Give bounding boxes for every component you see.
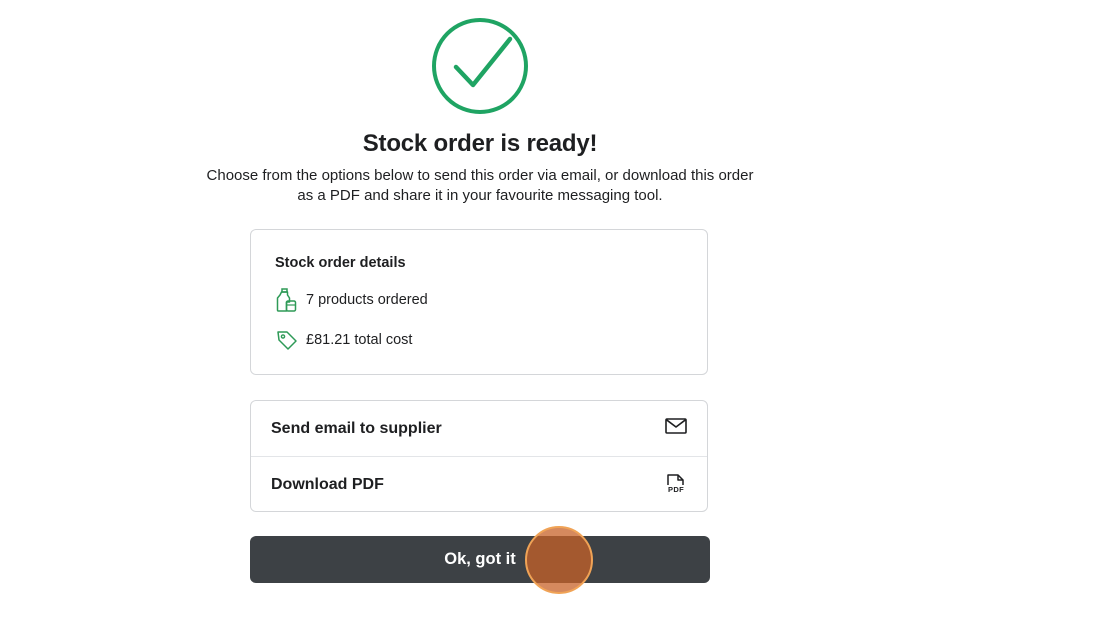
- click-indicator: [525, 526, 593, 594]
- price-tag-icon: [275, 327, 299, 353]
- envelope-icon: [665, 417, 687, 440]
- send-email-button[interactable]: Send email to supplier: [251, 401, 707, 456]
- ok-got-it-button[interactable]: Ok, got it: [250, 536, 710, 583]
- stock-order-details-card: Stock order details 7 products ordered £…: [250, 229, 708, 375]
- pdf-icon-text: PDF: [668, 484, 684, 494]
- order-actions-card: Send email to supplier Download PDF PDF: [250, 400, 708, 512]
- dialog-subtitle: Choose from the options below to send th…: [206, 167, 754, 204]
- detail-row-cost: £81.21 total cost: [275, 327, 412, 353]
- pdf-file-icon: PDF: [665, 473, 687, 497]
- download-pdf-label: Download PDF: [271, 475, 384, 493]
- detail-row-products: 7 products ordered: [275, 287, 428, 313]
- products-bottle-icon: [275, 287, 299, 313]
- dialog-title: Stock order is ready!: [362, 130, 598, 157]
- send-email-label: Send email to supplier: [271, 419, 442, 437]
- download-pdf-button[interactable]: Download PDF PDF: [251, 457, 707, 512]
- success-checkmark-icon: [432, 18, 528, 114]
- stock-order-ready-dialog: Stock order is ready! Choose from the op…: [0, 0, 1120, 626]
- products-ordered-text: 7 products ordered: [306, 292, 428, 308]
- details-heading: Stock order details: [275, 255, 406, 271]
- total-cost-text: £81.21 total cost: [306, 332, 413, 348]
